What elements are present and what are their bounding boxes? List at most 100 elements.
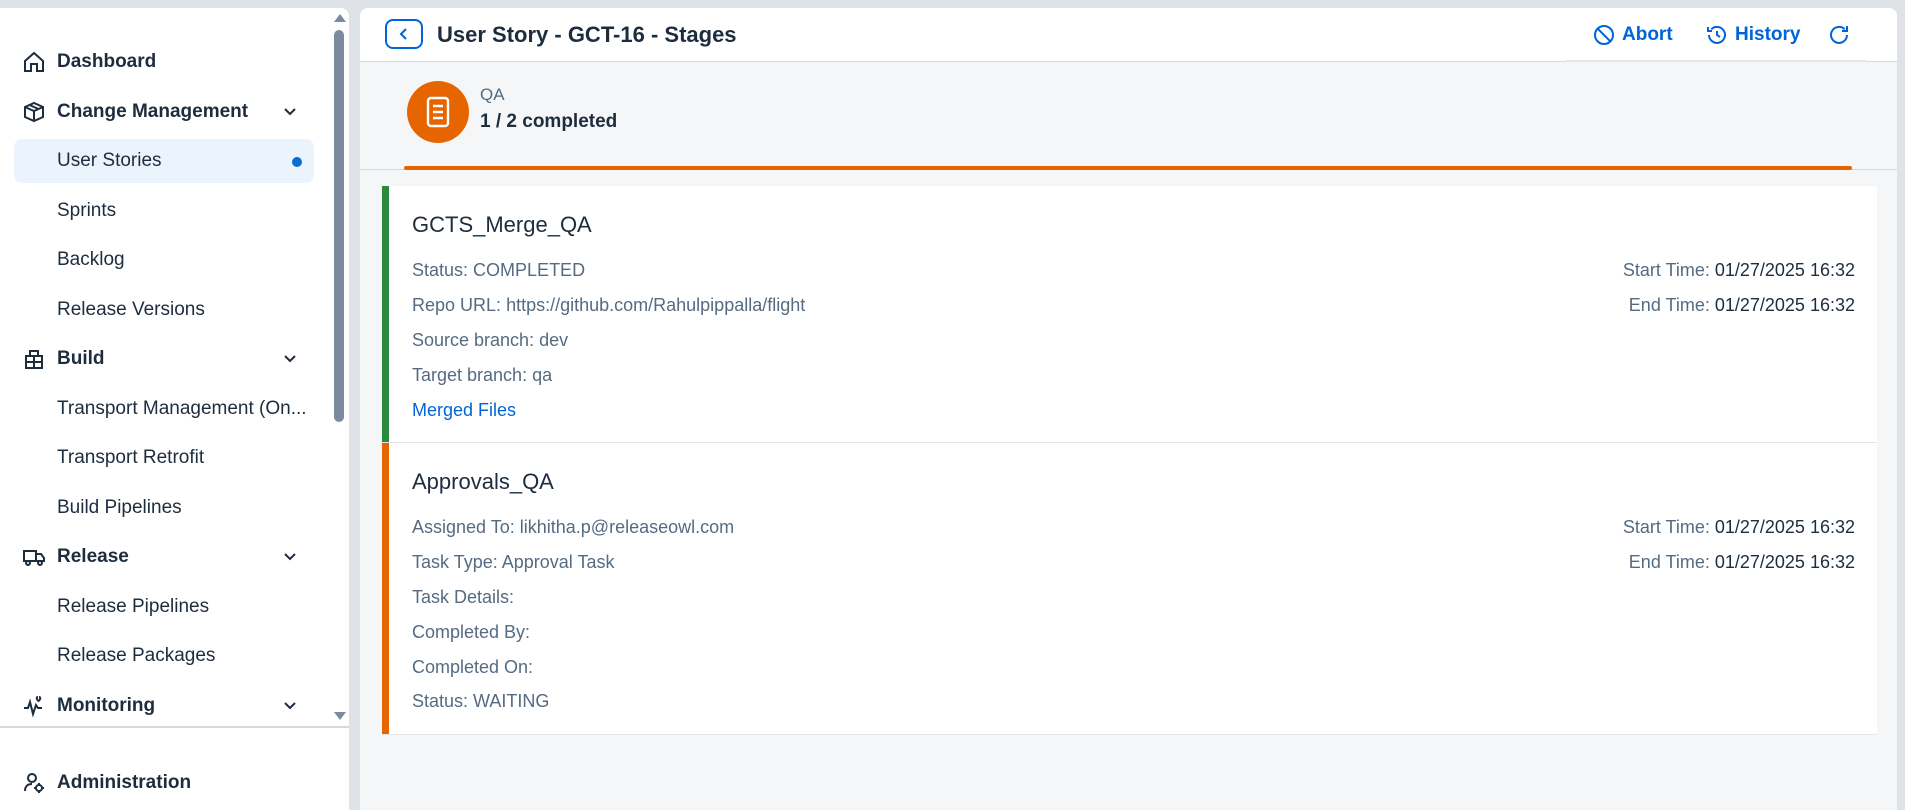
- field-value: 01/27/2025 16:32: [1714, 260, 1855, 280]
- field-label: Status:: [412, 691, 469, 711]
- chevron-down-icon[interactable]: [280, 102, 300, 122]
- task-title: Approvals_QA: [412, 469, 554, 494]
- field-value: qa: [532, 365, 553, 385]
- sidebar-item-backlog[interactable]: Backlog: [14, 238, 314, 282]
- field-label: Completed On:: [412, 657, 534, 677]
- status-accent-bar: [382, 443, 389, 734]
- sidebar-item-label: Release Packages: [57, 645, 216, 666]
- sidebar-item-label: Build Pipelines: [57, 497, 182, 518]
- history-label: History: [1735, 24, 1801, 45]
- stage-avatar[interactable]: [407, 81, 469, 143]
- start-time: Start Time: 01/27/2025 16:32: [1623, 260, 1855, 281]
- task-field: Task Details:: [412, 587, 514, 608]
- field-value: 01/27/2025 16:32: [1714, 295, 1855, 315]
- sidebar-item-change-management[interactable]: Change Management: [14, 90, 314, 134]
- sidebar-item-label: Release Pipelines: [57, 596, 210, 617]
- truck-icon: [20, 543, 48, 571]
- field-value: https://github.com/Rahulpippalla/flight: [506, 295, 806, 315]
- task-field: Target branch: qa: [412, 365, 552, 386]
- sidebar-item-label: Release Versions: [57, 299, 205, 320]
- field-label: Status:: [412, 260, 469, 280]
- sidebar-item-label: Transport Management (On...: [57, 398, 307, 419]
- refresh-button[interactable]: [1827, 20, 1857, 50]
- selected-indicator-dot: [292, 157, 302, 167]
- field-label: Assigned To:: [412, 517, 515, 537]
- sidebar-item-label: Transport Retrofit: [57, 447, 205, 468]
- scroll-down-arrow-icon[interactable]: [334, 712, 346, 720]
- scrollbar-thumb[interactable]: [334, 30, 344, 422]
- refresh-icon: [1830, 25, 1848, 44]
- sidebar-item-label: Release: [57, 546, 129, 567]
- end-time: End Time: 01/27/2025 16:32: [1629, 295, 1855, 316]
- sidebar-item-administration[interactable]: Administration: [14, 761, 314, 805]
- start-time: Start Time: 01/27/2025 16:32: [1623, 517, 1855, 538]
- home-icon: [20, 48, 48, 76]
- sidebar-item-label: Administration: [57, 772, 192, 793]
- sidebar-item-dashboard[interactable]: Dashboard: [14, 40, 314, 84]
- abort-label: Abort: [1622, 24, 1673, 45]
- sidebar-item-transport-management[interactable]: Transport Management (On...: [14, 387, 314, 431]
- field-label: End Time:: [1628, 295, 1710, 315]
- task-field: Assigned To: likhitha.p@releaseowl.com: [412, 517, 734, 538]
- sidebar-item-build-pipelines[interactable]: Build Pipelines: [14, 486, 314, 530]
- merged-files-link[interactable]: Merged Files: [412, 400, 516, 421]
- page-title: User Story - GCT-16 - Stages: [437, 22, 737, 47]
- field-value: dev: [539, 330, 569, 350]
- stage-tab-indicator: [404, 166, 1852, 170]
- field-label: Repo URL:: [412, 295, 502, 315]
- task-field: Status: WAITING: [412, 691, 549, 712]
- sidebar-item-release-versions[interactable]: Release Versions: [14, 288, 314, 332]
- field-label: Task Details:: [412, 587, 515, 607]
- task-field: Completed On:: [412, 657, 533, 678]
- sidebar-item-user-stories[interactable]: User Stories: [14, 139, 314, 183]
- stage-summary: QA 1 / 2 completed: [360, 63, 1897, 170]
- task-field: Status: COMPLETED: [412, 260, 585, 281]
- status-accent-bar: [382, 186, 389, 442]
- field-value: Approval Task: [501, 552, 615, 572]
- sidebar-item-transport-retrofit[interactable]: Transport Retrofit: [14, 436, 314, 480]
- main-content: User Story - GCT-16 - Stages Abort Histo…: [360, 8, 1897, 810]
- history-button[interactable]: History: [1705, 20, 1800, 50]
- field-value: 01/27/2025 16:32: [1714, 517, 1855, 537]
- back-button[interactable]: [385, 19, 423, 49]
- scroll-up-arrow-icon[interactable]: [334, 14, 346, 22]
- sidebar-item-release-pipelines[interactable]: Release Pipelines: [14, 585, 314, 629]
- field-value: likhitha.p@releaseowl.com: [519, 517, 735, 537]
- field-label: Source branch:: [412, 330, 535, 350]
- sidebar-divider: [0, 726, 349, 728]
- task-field: Task Type: Approval Task: [412, 552, 614, 573]
- sidebar-item-release[interactable]: Release: [14, 535, 314, 579]
- task-card: Approvals_QA Assigned To: likhitha.p@rel…: [382, 443, 1877, 735]
- sidebar-item-label: Change Management: [57, 101, 249, 122]
- sidebar-item-monitoring[interactable]: Monitoring: [14, 684, 314, 726]
- history-icon: [1707, 25, 1726, 44]
- task-field: Repo URL: https://github.com/Rahulpippal…: [412, 295, 805, 316]
- sidebar-item-label: Build: [57, 348, 105, 369]
- chevron-down-icon[interactable]: [280, 696, 300, 716]
- sidebar-item-label: Sprints: [57, 200, 117, 221]
- task-card: GCTS_Merge_QA Status: COMPLETED Repo URL…: [382, 186, 1877, 443]
- sidebar: Dashboard Change Management User Stories…: [0, 8, 349, 810]
- build-icon: [20, 345, 48, 373]
- sidebar-item-label: Backlog: [57, 249, 125, 270]
- page-header: User Story - GCT-16 - Stages Abort Histo…: [360, 8, 1897, 62]
- field-value: WAITING: [473, 691, 550, 711]
- abort-button[interactable]: Abort: [1592, 20, 1673, 50]
- sidebar-item-build[interactable]: Build: [14, 337, 314, 381]
- chevron-down-icon[interactable]: [280, 547, 300, 567]
- monitoring-icon: [20, 692, 48, 720]
- chevron-down-icon[interactable]: [280, 349, 300, 369]
- task-field: Completed By:: [412, 622, 530, 643]
- sidebar-nav: Dashboard Change Management User Stories…: [0, 8, 330, 726]
- document-icon: [426, 96, 450, 128]
- field-label: Start Time:: [1622, 517, 1710, 537]
- field-label: Completed By:: [412, 622, 531, 642]
- task-title: GCTS_Merge_QA: [412, 212, 592, 237]
- field-value: 01/27/2025 16:32: [1714, 552, 1855, 572]
- sidebar-item-sprints[interactable]: Sprints: [14, 189, 314, 233]
- sidebar-item-release-packages[interactable]: Release Packages: [14, 634, 314, 678]
- task-field: Source branch: dev: [412, 330, 568, 351]
- sidebar-item-label: User Stories: [57, 150, 162, 171]
- field-label: Target branch:: [412, 365, 528, 385]
- sidebar-scrollbar[interactable]: [332, 10, 346, 726]
